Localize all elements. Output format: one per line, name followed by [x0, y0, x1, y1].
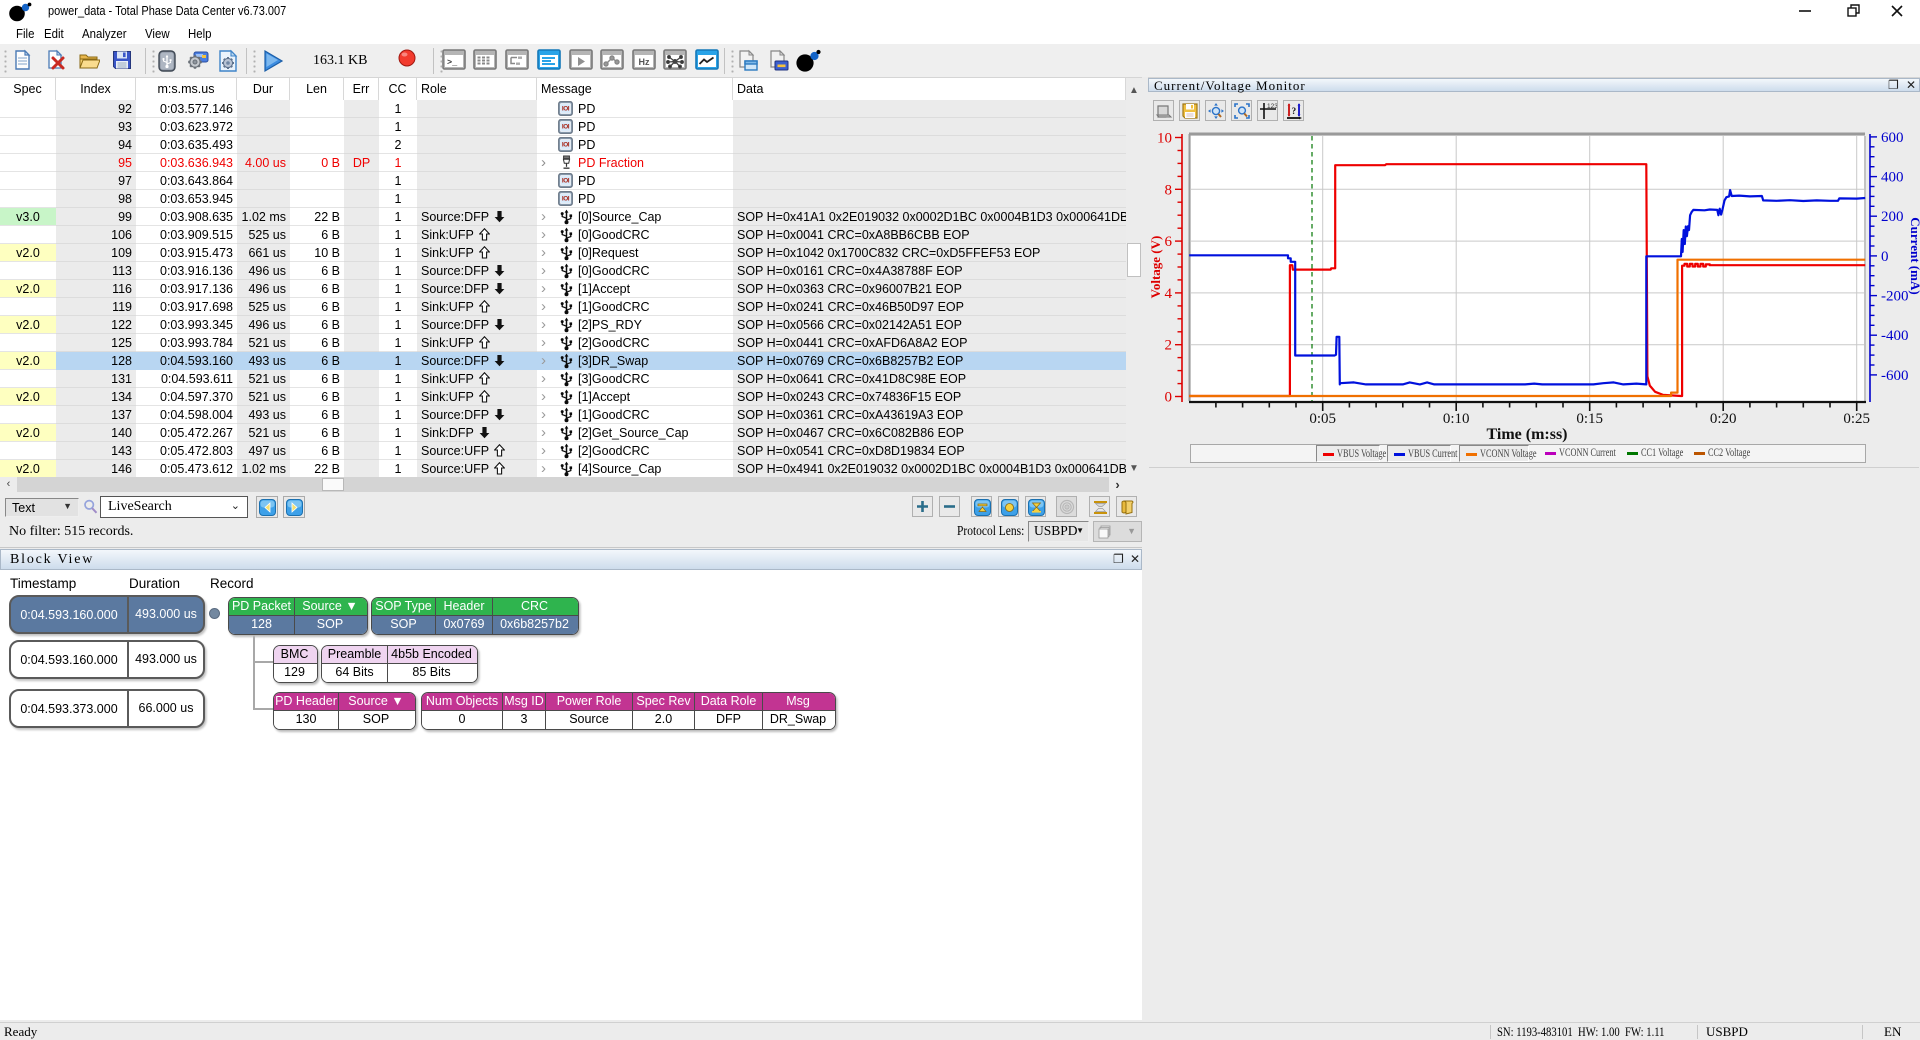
svg-text:4: 4 [1165, 286, 1173, 302]
svg-text:IOI: IOI [562, 142, 570, 149]
svg-text:400: 400 [1881, 170, 1904, 186]
svg-text:0:25: 0:25 [1843, 411, 1870, 427]
svg-text:0:10: 0:10 [1443, 411, 1470, 427]
svg-text:IOI: IOI [562, 196, 570, 203]
svg-text:0: 0 [1165, 390, 1173, 406]
svg-text:0: 0 [1881, 249, 1889, 265]
svg-text:0:20: 0:20 [1710, 411, 1737, 427]
svg-text:8: 8 [1165, 182, 1173, 198]
svg-text:200: 200 [1881, 209, 1904, 225]
svg-text:10: 10 [1157, 131, 1172, 147]
svg-text:-400: -400 [1881, 328, 1909, 344]
svg-text:0:05: 0:05 [1309, 411, 1336, 427]
svg-text:600: 600 [1881, 130, 1904, 146]
svg-text:-200: -200 [1881, 289, 1909, 305]
svg-text:Current (mA): Current (mA) [1908, 217, 1920, 294]
svg-text:6: 6 [1165, 234, 1173, 250]
svg-text:IOI: IOI [562, 124, 570, 131]
svg-text:IOI: IOI [562, 106, 570, 113]
svg-text:-600: -600 [1881, 368, 1909, 384]
svg-text:2: 2 [1165, 338, 1173, 354]
svg-text:IOI: IOI [562, 178, 570, 185]
svg-text:0:15: 0:15 [1576, 411, 1603, 427]
svg-text:Voltage (V): Voltage (V) [1148, 236, 1163, 299]
svg-text:Time (m:ss): Time (m:ss) [1486, 426, 1567, 443]
